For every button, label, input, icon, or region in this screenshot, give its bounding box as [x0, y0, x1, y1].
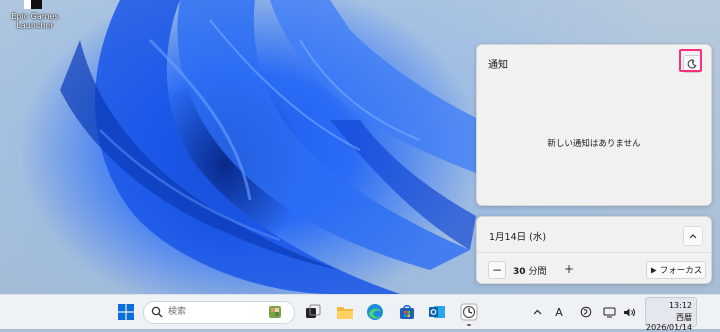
network-icon: [603, 307, 615, 317]
search-input[interactable]: [168, 305, 258, 319]
start-focus-button[interactable]: フォーカス: [646, 261, 706, 279]
epic-games-icon: [24, 0, 46, 10]
file-explorer-button[interactable]: [334, 301, 356, 323]
notification-panel: 通知 z 新しい通知はありません: [476, 44, 712, 206]
active-app-indicator: [467, 324, 471, 326]
network-button[interactable]: [600, 302, 618, 322]
clock-date: 西暦2026/01/14: [646, 313, 693, 332]
search-highlight-icon: [269, 306, 281, 318]
ime-options-button[interactable]: [577, 302, 595, 322]
edge-icon: [367, 304, 383, 320]
show-hidden-icons-button[interactable]: [528, 302, 546, 322]
chevron-up-icon: [689, 234, 697, 239]
calendar-date: 1月14日 (水): [489, 232, 547, 243]
notification-title: 通知: [488, 60, 508, 71]
taskbar-search[interactable]: [143, 301, 295, 324]
ime-mode-indicator[interactable]: A: [550, 302, 568, 322]
clock-app-icon: [460, 303, 478, 321]
volume-button[interactable]: [620, 302, 638, 322]
outlook-button[interactable]: [426, 301, 448, 323]
search-icon: [151, 306, 163, 318]
calendar-panel: 1月14日 (水) − 30 分間 + フォーカス: [476, 216, 712, 284]
taskbar-clock[interactable]: 13:12 西暦2026/01/14: [645, 297, 697, 332]
minus-icon: −: [491, 263, 503, 277]
task-view-button[interactable]: [302, 301, 324, 323]
microsoft-store-button[interactable]: [396, 301, 418, 323]
highlight-box: [679, 49, 702, 72]
focus-button-label: フォーカス: [659, 266, 703, 276]
decrease-focus-time-button[interactable]: −: [488, 261, 506, 279]
divider: [477, 252, 711, 253]
store-icon: [400, 305, 414, 319]
clock-time: 13:12: [668, 301, 692, 310]
ime-icon: [580, 306, 592, 318]
speaker-icon: [623, 308, 635, 316]
clock-app-button[interactable]: [458, 301, 480, 323]
taskbar: A 13:12 西暦2026/01/14: [0, 294, 720, 332]
edge-browser-button[interactable]: [364, 301, 386, 323]
increase-focus-time-button[interactable]: +: [561, 261, 577, 277]
start-button[interactable]: [115, 301, 137, 323]
desktop-icon-label: Epic Games Launcher: [11, 12, 59, 30]
focus-duration: 30 分間: [513, 267, 547, 277]
chevron-up-icon: [533, 309, 541, 315]
no-notifications-message: 新しい通知はありません: [547, 139, 641, 149]
windows-icon: [118, 304, 134, 320]
folder-icon: [337, 307, 353, 319]
task-view-icon: [306, 304, 321, 318]
expand-calendar-button[interactable]: [683, 226, 703, 246]
plus-icon: +: [563, 262, 575, 276]
outlook-icon: [429, 306, 445, 318]
desktop-icon-epic-games[interactable]: Epic Games Launcher: [6, 0, 64, 30]
play-icon: [650, 267, 657, 273]
